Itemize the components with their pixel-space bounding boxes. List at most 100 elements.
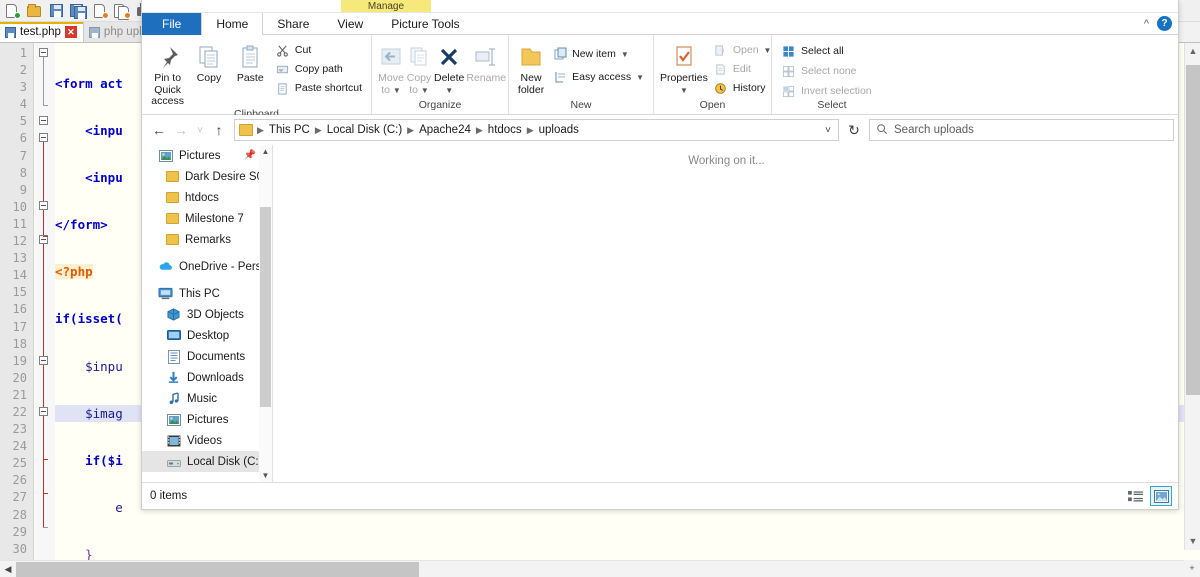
save-icon[interactable] <box>47 2 66 20</box>
nav-pane-scrollbar[interactable]: ▲ ▼ <box>259 145 272 483</box>
scroll-up-arrow-icon[interactable]: ▲ <box>259 145 272 159</box>
scroll-left-arrow-icon[interactable]: ◀ <box>0 561 16 577</box>
address-bar[interactable]: ▶ This PC ▶ Local Disk (C:) ▶ Apache24 ▶… <box>234 119 839 141</box>
search-input[interactable]: Search uploads <box>869 119 1174 141</box>
chevron-down-icon[interactable]: ▼ <box>680 85 688 97</box>
nav-item-3d-objects[interactable]: 3D Objects <box>142 304 272 325</box>
close-all-files-icon[interactable] <box>113 2 132 20</box>
ribbon-group-clipboard: Pin to Quick access Copy Paste Cut w Cop… <box>142 35 372 120</box>
details-view-button[interactable] <box>1124 486 1146 506</box>
editor-tab-test-php[interactable]: test.php ✕ <box>0 22 84 42</box>
address-dropdown-chevron-icon[interactable]: ˅ <box>820 119 836 141</box>
tab-share[interactable]: Share <box>263 13 323 35</box>
up-arrow-icon[interactable]: ↑ <box>208 119 230 141</box>
large-icons-view-button[interactable] <box>1150 486 1172 506</box>
new-file-icon[interactable] <box>3 2 22 20</box>
scrollbar-thumb[interactable] <box>1186 65 1200 395</box>
nav-item-pictures-quick[interactable]: Pictures 📌 <box>142 145 272 166</box>
chevron-down-icon[interactable]: ▼ <box>636 73 644 82</box>
scroll-down-arrow-icon[interactable]: ▼ <box>1185 533 1200 550</box>
copy-to-button[interactable]: Copy to ▼ <box>406 38 432 96</box>
pin-icon[interactable]: 📌 <box>244 150 256 161</box>
copy-button[interactable]: Copy <box>189 38 228 85</box>
cut-button[interactable]: Cut <box>272 42 365 58</box>
select-all-button[interactable]: Select all <box>778 43 875 59</box>
open-file-icon[interactable] <box>25 2 44 20</box>
nav-item-milestone-7[interactable]: Milestone 7 <box>142 208 272 229</box>
nav-item-this-pc[interactable]: This PC <box>142 283 272 304</box>
breadcrumb-item-local-disk[interactable]: Local Disk (C:) <box>323 124 406 136</box>
nav-item-pictures[interactable]: Pictures <box>142 409 272 430</box>
scrollbar-thumb[interactable] <box>260 207 271 407</box>
invert-selection-icon <box>781 84 796 99</box>
fold-marker[interactable] <box>39 356 48 365</box>
tab-picture-tools[interactable]: Picture Tools <box>377 13 473 35</box>
back-arrow-icon[interactable]: ← <box>148 119 170 141</box>
fold-tick <box>43 236 48 237</box>
forward-arrow-icon[interactable]: → <box>170 119 192 141</box>
new-folder-button[interactable]: New folder <box>515 38 547 96</box>
save-all-icon[interactable] <box>69 2 88 20</box>
rename-button[interactable]: Rename <box>466 38 506 85</box>
nav-item-videos[interactable]: Videos <box>142 430 272 451</box>
nav-item-label: Downloads <box>187 371 244 384</box>
fold-marker[interactable] <box>39 201 48 210</box>
tab-home[interactable]: Home <box>201 13 264 36</box>
scroll-down-arrow-icon[interactable]: ▼ <box>259 469 272 483</box>
breadcrumb-item-this-pc[interactable]: This PC <box>265 124 314 136</box>
chevron-down-icon[interactable]: ▼ <box>421 86 429 95</box>
close-file-icon[interactable] <box>91 2 110 20</box>
recent-locations-chevron-icon[interactable]: ˅ <box>192 119 208 141</box>
nav-item-dark-desire[interactable]: Dark Desire S02 T <box>142 166 272 187</box>
file-list-area[interactable]: Working on it... <box>273 145 1178 483</box>
scrollbar-thumb[interactable] <box>16 562 419 577</box>
refresh-icon[interactable]: ↻ <box>843 119 865 141</box>
move-to-button[interactable]: Move to ▼ <box>378 38 404 96</box>
chevron-down-icon[interactable]: ▼ <box>764 46 772 55</box>
new-item-button[interactable]: New item ▼ <box>549 46 647 62</box>
nav-item-documents[interactable]: Documents <box>142 346 272 367</box>
chevron-down-icon[interactable]: ▼ <box>621 50 629 59</box>
close-icon[interactable]: ✕ <box>64 26 77 38</box>
help-icon[interactable]: ? <box>1157 16 1172 31</box>
paste-button[interactable]: Paste <box>231 38 270 85</box>
tab-file[interactable]: File <box>142 13 202 35</box>
history-button[interactable]: History <box>710 80 775 96</box>
paste-shortcut-button[interactable]: Paste shortcut <box>272 80 365 96</box>
copy-path-button[interactable]: w Copy path <box>272 61 365 77</box>
select-none-button[interactable]: Select none <box>778 63 875 79</box>
properties-button[interactable]: Properties ▼ <box>660 38 708 96</box>
fold-marker[interactable] <box>39 133 48 142</box>
tab-view[interactable]: View <box>323 13 377 35</box>
fold-tick <box>43 459 48 460</box>
delete-button[interactable]: Delete ▼ <box>434 38 464 96</box>
nav-item-desktop[interactable]: Desktop <box>142 325 272 346</box>
nav-item-local-disk-c[interactable]: Local Disk (C:) <box>142 451 272 472</box>
editor-horizontal-scrollbar[interactable]: ◀ <box>0 560 1184 577</box>
breadcrumb-item-apache24[interactable]: Apache24 <box>415 124 475 136</box>
breadcrumb-item-htdocs[interactable]: htdocs <box>484 124 526 136</box>
breadcrumb-item-uploads[interactable]: uploads <box>535 124 583 136</box>
select-all-icon <box>781 44 796 59</box>
nav-item-label: 3D Objects <box>187 308 244 321</box>
open-button[interactable]: Open ▼ <box>710 42 775 58</box>
chevron-down-icon[interactable]: ▼ <box>393 86 401 95</box>
chevron-down-icon[interactable]: ▼ <box>445 85 453 97</box>
nav-item-htdocs[interactable]: htdocs <box>142 187 272 208</box>
pin-to-quick-access-button[interactable]: Pin to Quick access <box>148 38 187 108</box>
nav-item-downloads[interactable]: Downloads <box>142 367 272 388</box>
scroll-up-arrow-icon[interactable]: ▲ <box>1185 43 1200 60</box>
collapse-ribbon-chevron-icon[interactable]: ^ <box>1144 18 1149 30</box>
nav-item-music[interactable]: Music <box>142 388 272 409</box>
easy-access-button[interactable]: Easy access ▼ <box>549 69 647 85</box>
editor-vertical-scrollbar[interactable]: ▲ ▼ <box>1184 43 1200 550</box>
nav-item-remarks[interactable]: Remarks <box>142 229 272 250</box>
navigation-pane[interactable]: Pictures 📌 Dark Desire S02 T htdocs Mile… <box>142 145 272 483</box>
invert-selection-button[interactable]: Invert selection <box>778 83 875 99</box>
nav-item-onedrive[interactable]: OneDrive - Person <box>142 256 272 277</box>
fold-marker[interactable] <box>39 116 48 125</box>
edit-button[interactable]: Edit <box>710 61 775 77</box>
fold-marker[interactable] <box>39 407 48 416</box>
code-folding-column[interactable] <box>35 43 55 577</box>
fold-marker[interactable] <box>39 48 48 57</box>
